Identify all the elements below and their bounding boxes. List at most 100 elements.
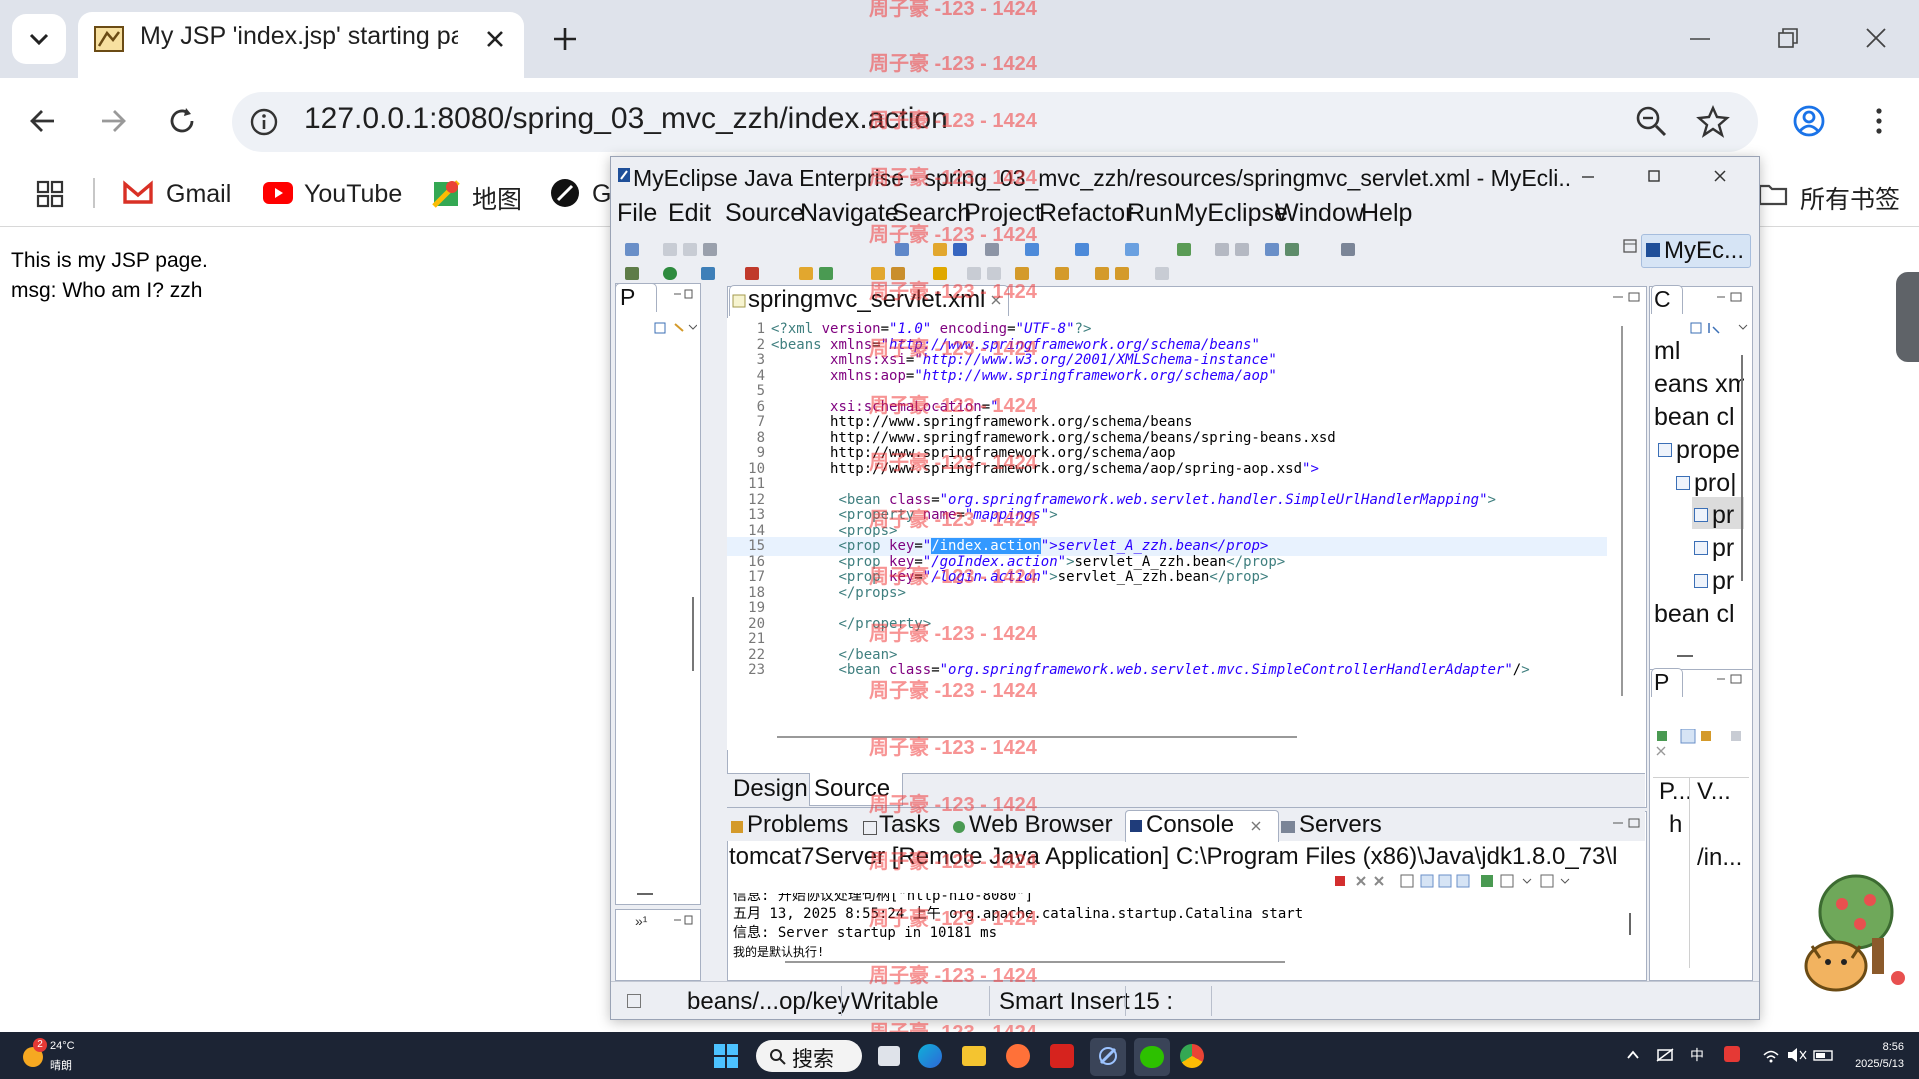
- chrome-icon[interactable]: [1180, 1044, 1204, 1068]
- open-type-icon[interactable]: [1265, 243, 1279, 256]
- tab-console[interactable]: Console: [1125, 810, 1279, 842]
- wps-icon[interactable]: [1050, 1044, 1074, 1068]
- right-bottom-cell[interactable]: h: [1669, 811, 1682, 839]
- forward-nav-icon[interactable]: [1115, 267, 1129, 280]
- doc2-icon[interactable]: [987, 267, 1001, 280]
- close-window-icon[interactable]: [1862, 24, 1890, 52]
- left-bottom-controls-icon[interactable]: [673, 915, 693, 925]
- open-perspective-icon[interactable]: [1623, 239, 1637, 253]
- right-bottom-tab[interactable]: P: [1651, 668, 1683, 697]
- tray-chevron-up-icon[interactable]: [1626, 1048, 1640, 1062]
- outline-item[interactable]: pr: [1712, 501, 1734, 530]
- zoom-icon[interactable]: [1634, 104, 1668, 138]
- nav2-icon[interactable]: [1235, 243, 1249, 256]
- eclipse-close-icon[interactable]: [1711, 167, 1729, 185]
- editor-tab-close-icon[interactable]: [990, 294, 1002, 306]
- menu-file[interactable]: File: [617, 199, 657, 228]
- view-icon[interactable]: [1341, 243, 1355, 256]
- taskbar-search[interactable]: 搜索: [756, 1040, 862, 1072]
- console-close-icon[interactable]: [1250, 820, 1262, 832]
- menu-kebab-icon[interactable]: [1862, 104, 1896, 138]
- wechat-taskbar-button[interactable]: [1134, 1038, 1170, 1076]
- console-toolbar[interactable]: [1331, 873, 1641, 889]
- package-explorer-tab[interactable]: P: [615, 283, 657, 312]
- pen-icon[interactable]: [891, 267, 905, 280]
- file-explorer-icon[interactable]: [962, 1046, 986, 1066]
- eclipse-maximize-icon[interactable]: [1645, 167, 1663, 185]
- eclipse-minimize-icon[interactable]: [1579, 167, 1597, 185]
- editor-hscrollbar[interactable]: [777, 736, 1297, 738]
- menu-help[interactable]: Help: [1361, 199, 1412, 228]
- left-scrollbar[interactable]: [692, 597, 694, 671]
- myeclipse-taskbar-button[interactable]: [1090, 1038, 1126, 1076]
- minimize-icon[interactable]: [1686, 26, 1714, 54]
- menu-myeclipse[interactable]: MyEclipse: [1174, 199, 1288, 228]
- profile-avatar-icon[interactable]: [1792, 104, 1826, 138]
- server-icon[interactable]: [895, 243, 909, 256]
- run-icon[interactable]: [663, 267, 677, 280]
- outline-toolbar-icon[interactable]: [1689, 321, 1749, 335]
- wizard-icon[interactable]: [1025, 243, 1039, 256]
- package-icon[interactable]: [933, 243, 947, 256]
- outline-item[interactable]: pr: [1712, 567, 1734, 596]
- menu-edit[interactable]: Edit: [668, 199, 711, 228]
- bookmark-star-icon[interactable]: [1696, 104, 1730, 138]
- code-line[interactable]: 23 <bean class="org.springframework.web.…: [727, 661, 1607, 680]
- menu-project[interactable]: Project: [964, 199, 1042, 228]
- left-panel-controls-icon[interactable]: [673, 289, 693, 299]
- editor-tab[interactable]: springmvc_servlet.xml: [729, 285, 1009, 316]
- doc-icon[interactable]: [967, 267, 981, 280]
- back-nav-icon[interactable]: [1095, 267, 1109, 280]
- console-controls-icon[interactable]: [1611, 817, 1641, 829]
- menu-window[interactable]: Window: [1275, 199, 1364, 228]
- bookmark-g[interactable]: G: [592, 180, 611, 209]
- tab-search-button[interactable]: [12, 14, 66, 64]
- tray-ime[interactable]: 中: [1690, 1045, 1704, 1065]
- tray-app-icon[interactable]: [1724, 1046, 1740, 1062]
- prev-annotation-icon[interactable]: [1055, 267, 1069, 280]
- console-scrollbar[interactable]: [1629, 913, 1631, 935]
- apps-grid-icon[interactable]: [36, 180, 64, 208]
- bookmark-gmail[interactable]: Gmail: [166, 180, 231, 209]
- outline-item[interactable]: pro|: [1694, 469, 1737, 498]
- tray-time[interactable]: 8:56: [1852, 1041, 1904, 1053]
- right-bottom-toolbar-icon[interactable]: [1655, 729, 1747, 759]
- search-tool-icon[interactable]: [1075, 243, 1089, 256]
- nav-icon[interactable]: [1215, 243, 1229, 256]
- deploy-icon[interactable]: [953, 243, 967, 256]
- bookmark-maps[interactable]: 地图: [472, 180, 522, 216]
- tab-design[interactable]: Design: [733, 775, 808, 803]
- reload-icon[interactable]: [165, 104, 199, 138]
- save-all-icon[interactable]: [683, 243, 697, 256]
- back-icon[interactable]: [26, 104, 60, 138]
- edge-icon[interactable]: [918, 1044, 942, 1068]
- new-tab-icon[interactable]: [548, 22, 582, 56]
- forward-icon[interactable]: [96, 104, 130, 138]
- last-edit-icon[interactable]: [1155, 267, 1169, 280]
- open-folder-icon[interactable]: [871, 267, 885, 280]
- outline-item[interactable]: eans xm: [1654, 370, 1744, 399]
- right-bottom-controls-icon[interactable]: [1715, 673, 1745, 685]
- db-icon[interactable]: [985, 243, 999, 256]
- editor-vscrollbar[interactable]: [1621, 326, 1623, 696]
- firefox-icon[interactable]: [1006, 1044, 1030, 1068]
- next-annotation-icon[interactable]: [1015, 267, 1029, 280]
- tab-web-browser[interactable]: Web Browser: [969, 811, 1113, 839]
- build-icon[interactable]: [799, 267, 813, 280]
- site-info-icon[interactable]: [248, 106, 280, 138]
- link-editor-icon[interactable]: [653, 321, 697, 335]
- outline-scrollbar[interactable]: [1741, 355, 1743, 581]
- external-tools-icon[interactable]: [745, 267, 759, 280]
- perspective-button[interactable]: MyEc...: [1641, 234, 1751, 268]
- menu-navigate[interactable]: Navigate: [800, 199, 899, 228]
- tab-source[interactable]: Source: [809, 773, 903, 806]
- right-bottom-col-1[interactable]: P...: [1659, 778, 1692, 806]
- outline-controls-icon[interactable]: [1715, 291, 1745, 303]
- console-output[interactable]: 信息: 开始协议处理句柄["http-nio-8080"] 五月 13, 202…: [729, 893, 1639, 973]
- coverage-icon[interactable]: [701, 267, 715, 280]
- tray-status-icons[interactable]: [1762, 1047, 1836, 1063]
- windows-start-icon[interactable]: [714, 1044, 738, 1068]
- menu-source[interactable]: Source: [725, 199, 804, 228]
- outline-tab[interactable]: C: [1651, 285, 1683, 314]
- tab-problems[interactable]: Problems: [747, 811, 848, 839]
